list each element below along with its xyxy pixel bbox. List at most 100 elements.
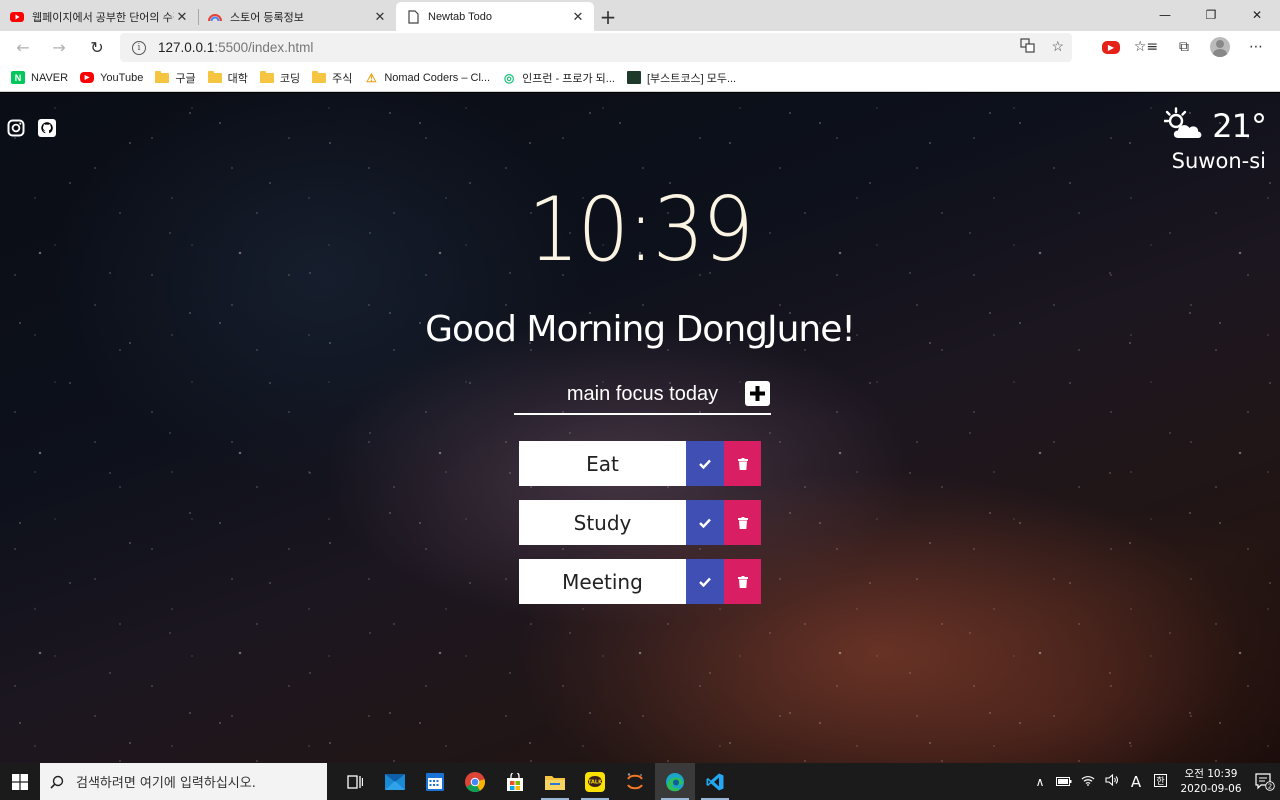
bookmark-label: 인프런 - 프로가 되... [522,72,615,85]
bookmark-inflearn[interactable]: ◎ 인프런 - 프로가 되... [502,70,615,86]
battery-icon[interactable] [1054,775,1074,789]
instagram-icon[interactable] [7,119,25,137]
complete-todo-button[interactable] [686,441,724,486]
mail-icon[interactable] [375,763,415,800]
inflearn-icon: ◎ [503,70,515,85]
input-method-indicator[interactable]: A [1126,773,1146,791]
address-bar[interactable]: i 127.0.0.1:5500/index.html ☆ [120,33,1072,62]
url-host: 127.0.0.1 [158,40,215,55]
restore-icon[interactable]: ❐ [1188,0,1234,29]
search-icon [50,775,64,789]
start-button[interactable] [0,763,40,800]
bookmark-boostcourse[interactable]: [부스트코스] 모두... [626,70,737,86]
close-icon[interactable]: ✕ [174,9,190,25]
trash-icon [737,457,748,470]
social-links [7,119,56,137]
trash-icon [737,575,748,588]
bookmark-label: [부스트코스] 모두... [646,72,737,85]
page-icon [406,9,420,24]
bookmark-folder-stocks[interactable]: 주식 [312,70,352,86]
taskbar-date: 2020-09-06 [1180,782,1242,795]
complete-todo-button[interactable] [686,559,724,604]
nomad-icon: ⚠ [365,70,377,85]
bookmark-label: NAVER [31,71,69,84]
tab-3[interactable]: Newtab Todo ✕ [396,2,594,31]
todo-text: Meeting [519,559,686,604]
notification-count: 2 [1268,782,1272,790]
todo-text: Eat [519,441,686,486]
bookmark-folder-coding[interactable]: 코딩 [259,70,300,86]
trash-icon [737,516,748,529]
bookmark-folder-google[interactable]: 구글 [155,70,196,86]
clock: 10:39 [527,178,754,281]
info-icon[interactable]: i [132,40,146,55]
edge-icon[interactable] [655,763,695,800]
minimize-icon[interactable]: — [1142,0,1188,29]
complete-todo-button[interactable] [686,500,724,545]
volume-icon[interactable] [1102,773,1122,789]
bookmark-nomad[interactable]: ⚠ Nomad Coders – Cl... [364,70,490,85]
reload-icon[interactable]: ↻ [79,33,115,63]
weather-city: Suwon-si [1171,149,1266,173]
plus-icon [750,386,765,401]
bookmark-label: 대학 [227,72,248,85]
tab-title: 웹페이지에서 공부한 단어의 수집 [32,11,174,24]
bookmark-folder-university[interactable]: 대학 [207,70,248,86]
wifi-icon[interactable] [1078,775,1098,789]
todo-item: Meeting [519,559,761,604]
close-icon[interactable]: ✕ [372,9,388,25]
kakaotalk-icon[interactable]: TALK [575,763,615,800]
delete-todo-button[interactable] [724,500,761,545]
translate-icon[interactable] [1020,38,1036,56]
task-view-icon[interactable] [335,763,375,800]
windows-taskbar: 검색하려면 여기에 입력하십시오. TALK ∧ A 한 오전 10:39 20… [0,763,1280,800]
forward-icon[interactable]: → [41,33,77,63]
focus-form [514,373,771,415]
youtube-icon: ▶ [80,72,95,83]
bookmark-label: YouTube [100,71,144,84]
file-explorer-icon[interactable] [535,763,575,800]
tab-2[interactable]: 스토어 등록정보 ✕ [198,2,396,31]
focus-input[interactable] [514,375,771,413]
show-hidden-icons-icon[interactable]: ∧ [1030,775,1050,789]
bookmark-label: 구글 [175,72,196,85]
add-todo-button[interactable] [745,381,770,406]
tab-strip: 웹페이지에서 공부한 단어의 수집 ✕ 스토어 등록정보 ✕ Newtab To… [0,0,1280,31]
taskbar-search[interactable]: 검색하려면 여기에 입력하십시오. [40,763,327,800]
vscode-icon[interactable] [695,763,735,800]
github-icon[interactable] [38,119,56,137]
bookmark-naver[interactable]: N NAVER [11,71,68,84]
delete-todo-button[interactable] [724,559,761,604]
favorite-star-icon[interactable]: ☆ [1051,38,1064,56]
windows-logo-icon [12,773,28,790]
check-icon [699,518,711,528]
keyboard-layout-icon[interactable]: 한 [1150,773,1170,790]
check-icon [699,577,711,587]
collections-icon[interactable]: ⧉ [1172,36,1196,58]
calendar-icon[interactable] [415,763,455,800]
todo-item: Study [519,500,761,545]
new-tab-button[interactable]: + [594,2,622,31]
profile-avatar[interactable] [1210,37,1230,57]
tab-1[interactable]: 웹페이지에서 공부한 단어의 수집 ✕ [0,2,198,31]
taskbar-search-placeholder: 검색하려면 여기에 입력하십시오. [76,776,256,791]
weather-widget: 21° Suwon-si [1163,107,1267,173]
favorites-icon[interactable]: ☆≡ [1134,36,1158,58]
jupyter-icon[interactable] [615,763,655,800]
taskbar-clock[interactable]: 오전 10:39 2020-09-06 [1178,767,1244,797]
youtube-extension-icon[interactable]: ▶ [1102,40,1120,54]
delete-todo-button[interactable] [724,441,761,486]
chrome-icon[interactable] [455,763,495,800]
partly-cloudy-icon [1163,107,1204,145]
more-menu-icon[interactable]: ⋯ [1244,36,1268,58]
bookmark-youtube[interactable]: ▶ YouTube [80,72,143,84]
url-path: :5500/index.html [214,40,314,55]
newtab-page: 21° Suwon-si 10:39 Good Morning DongJune… [0,93,1280,763]
close-window-icon[interactable]: ✕ [1234,0,1280,29]
bookmark-label: 주식 [332,72,353,85]
notification-center-icon[interactable]: 2 [1250,763,1280,800]
back-icon[interactable]: ← [5,33,41,63]
store-icon[interactable] [495,763,535,800]
close-icon[interactable]: ✕ [570,9,586,25]
rainbow-icon [208,10,222,24]
